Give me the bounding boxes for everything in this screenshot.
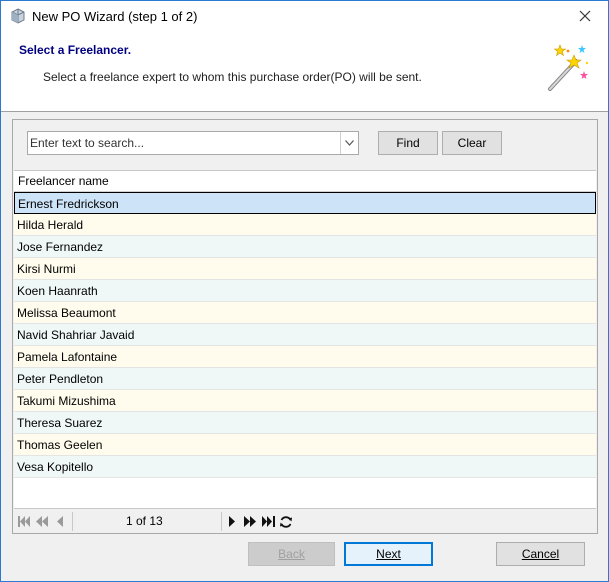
- refresh-button[interactable]: [278, 513, 294, 530]
- table-row[interactable]: Navid Shahriar Javaid: [14, 324, 596, 346]
- step-title: Select a Freelancer.: [19, 43, 132, 57]
- close-button[interactable]: [562, 1, 608, 31]
- freelancer-name-cell: Theresa Suarez: [17, 416, 103, 430]
- table-row[interactable]: Pamela Lafontaine: [14, 346, 596, 368]
- refresh-icon: [280, 515, 292, 528]
- back-button-label: Back: [278, 547, 305, 561]
- fast-forward-icon: [244, 516, 256, 527]
- freelancer-name-cell: Pamela Lafontaine: [17, 350, 118, 364]
- pager-separator: [221, 512, 222, 531]
- wizard-header: Select a Freelancer. Select a freelance …: [1, 31, 608, 112]
- freelancer-name-cell: Thomas Geelen: [17, 438, 103, 452]
- cancel-button-label: Cancel: [521, 547, 560, 561]
- table-row[interactable]: Ernest Fredrickson: [14, 192, 596, 214]
- search-input[interactable]: [28, 132, 340, 154]
- clear-button[interactable]: Clear: [442, 131, 502, 155]
- freelancer-panel: Find Clear Freelancer name Ernest Fredri…: [12, 119, 598, 534]
- title-bar[interactable]: New PO Wizard (step 1 of 2): [1, 1, 608, 31]
- search-dropdown-button[interactable]: [340, 132, 358, 154]
- find-button[interactable]: Find: [378, 131, 438, 155]
- table-row[interactable]: Vesa Kopitello: [14, 456, 596, 478]
- freelancer-name-cell: Koen Haanrath: [17, 284, 98, 298]
- freelancer-name-cell: Kirsi Nurmi: [17, 262, 76, 276]
- freelancer-grid: Freelancer name Ernest Fredrickson Hilda …: [14, 170, 596, 509]
- step-description: Select a freelance expert to whom this p…: [43, 70, 422, 84]
- column-header-label: Freelancer name: [18, 174, 109, 188]
- freelancer-name-cell: Takumi Mizushima: [17, 394, 116, 408]
- previous-group-button[interactable]: [34, 513, 50, 530]
- table-row[interactable]: Melissa Beaumont: [14, 302, 596, 324]
- back-button[interactable]: Back: [248, 542, 335, 566]
- chevron-left-icon: [56, 516, 63, 527]
- chevron-right-icon: [228, 516, 235, 527]
- table-row[interactable]: Peter Pendleton: [14, 368, 596, 390]
- freelancer-name-cell: Navid Shahriar Javaid: [17, 328, 135, 342]
- table-row[interactable]: Kirsi Nurmi: [14, 258, 596, 280]
- next-button-label: Next: [376, 547, 401, 561]
- column-header-freelancer-name[interactable]: Freelancer name: [14, 171, 596, 192]
- table-row[interactable]: Hilda Herald: [14, 214, 596, 236]
- page-indicator: 1 of 13: [126, 514, 163, 528]
- close-icon: [579, 10, 591, 22]
- freelancer-name-cell: Vesa Kopitello: [17, 460, 94, 474]
- table-row[interactable]: Jose Fernandez: [14, 236, 596, 258]
- next-button[interactable]: Next: [344, 542, 433, 566]
- first-page-button[interactable]: [16, 513, 32, 530]
- next-group-button[interactable]: [242, 513, 258, 530]
- table-row[interactable]: Theresa Suarez: [14, 412, 596, 434]
- rewind-icon: [36, 516, 48, 527]
- cancel-button[interactable]: Cancel: [496, 542, 585, 566]
- app-icon: [10, 8, 26, 24]
- next-page-button[interactable]: [224, 513, 240, 530]
- freelancer-name-cell: Hilda Herald: [17, 218, 84, 232]
- previous-page-button[interactable]: [52, 513, 68, 530]
- table-row[interactable]: Koen Haanrath: [14, 280, 596, 302]
- wizard-window: New PO Wizard (step 1 of 2) Select a Fre…: [0, 0, 609, 582]
- freelancer-name-cell: Melissa Beaumont: [17, 306, 116, 320]
- table-row[interactable]: Takumi Mizushima: [14, 390, 596, 412]
- magic-wand-icon: [546, 41, 590, 93]
- last-page-icon: [261, 516, 275, 527]
- grid-pager: 1 of 13: [14, 508, 596, 533]
- first-page-icon: [17, 516, 30, 527]
- window-title: New PO Wizard (step 1 of 2): [32, 9, 198, 24]
- search-combobox[interactable]: [27, 131, 359, 155]
- last-page-button[interactable]: [260, 513, 276, 530]
- freelancer-name-cell: Peter Pendleton: [17, 372, 104, 386]
- freelancer-name-cell: Jose Fernandez: [17, 240, 104, 254]
- table-row[interactable]: Thomas Geelen: [14, 434, 596, 456]
- chevron-down-icon: [345, 140, 354, 146]
- pager-separator: [72, 512, 73, 531]
- freelancer-name-cell: Ernest Fredrickson: [18, 197, 119, 211]
